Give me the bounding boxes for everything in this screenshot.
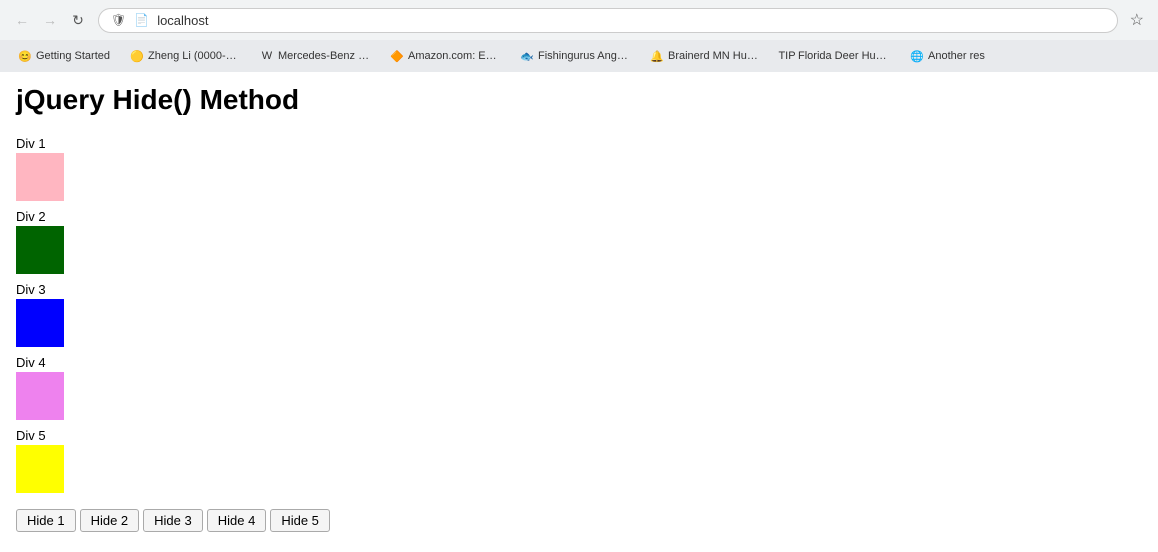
browser-tab[interactable]: 😊 Getting Started (8, 40, 120, 72)
browser-tab[interactable]: W Mercedes-Benz G-Clas... (250, 40, 380, 72)
page-content: jQuery Hide() Method Div 1Div 2Div 3Div … (0, 72, 1158, 544)
hide-button-5[interactable]: Hide 5 (270, 509, 330, 532)
browser-toolbar: ← → ↻ 🛡 📄 localhost ☆ (0, 0, 1158, 40)
tab-label: Zheng Li (0000-0002-3... (148, 50, 240, 62)
div-item: Div 2 (16, 209, 1142, 274)
tab-favicon: 🟡 (130, 49, 144, 63)
shield-icon: 🛡 (111, 13, 126, 27)
div-label: Div 2 (16, 209, 1142, 224)
tab-favicon: W (260, 49, 274, 63)
tab-favicon: 🐟 (520, 49, 534, 63)
reload-button[interactable]: ↻ (66, 8, 90, 32)
color-box-5 (16, 445, 64, 493)
tabs-bar: 😊 Getting Started 🟡 Zheng Li (0000-0002-3..… (0, 40, 1158, 72)
browser-tab[interactable]: 🐟 Fishingurus Angler's l... (510, 40, 640, 72)
div-item: Div 3 (16, 282, 1142, 347)
tab-label: Another res (928, 50, 985, 62)
tab-favicon: 🌐 (910, 49, 924, 63)
color-box-3 (16, 299, 64, 347)
tab-label: Mercedes-Benz G-Clas... (278, 50, 370, 62)
browser-window: ← → ↻ 🛡 📄 localhost ☆ 😊 Getting Started 🟡 Z… (0, 0, 1158, 544)
forward-button[interactable]: → (38, 8, 62, 32)
tab-favicon: 🔔 (650, 49, 664, 63)
address-text: localhost (157, 13, 1104, 28)
div-label: Div 5 (16, 428, 1142, 443)
back-button[interactable]: ← (10, 8, 34, 32)
hide-button-3[interactable]: Hide 3 (143, 509, 203, 532)
tab-label: Florida Deer Hunting S... (798, 50, 890, 62)
div-label: Div 4 (16, 355, 1142, 370)
tab-favicon: 🔶 (390, 49, 404, 63)
hide-button-1[interactable]: Hide 1 (16, 509, 76, 532)
address-bar[interactable]: 🛡 📄 localhost (98, 8, 1118, 33)
div-label: Div 3 (16, 282, 1142, 297)
div-label: Div 1 (16, 136, 1142, 151)
page-title: jQuery Hide() Method (16, 84, 1142, 116)
browser-tab[interactable]: 🔔 Brainerd MN Hunting ... (640, 40, 770, 72)
page-icon: 📄 (134, 13, 149, 27)
hide-button-4[interactable]: Hide 4 (207, 509, 267, 532)
browser-tab[interactable]: 🔶 Amazon.com: ExpertP... (380, 40, 510, 72)
divs-container: Div 1 Div 2 Div 3 Div 4 Div 5 (16, 136, 1142, 493)
browser-tab[interactable]: 🟡 Zheng Li (0000-0002-3... (120, 40, 250, 72)
bookmark-button[interactable]: ☆ (1126, 6, 1148, 34)
tab-label: Getting Started (36, 50, 110, 62)
color-box-2 (16, 226, 64, 274)
tab-label: Amazon.com: ExpertP... (408, 50, 500, 62)
div-item: Div 1 (16, 136, 1142, 201)
tab-label: Fishingurus Angler's l... (538, 50, 630, 62)
buttons-row: Hide 1Hide 2Hide 3Hide 4Hide 5 (16, 509, 1142, 532)
browser-tab[interactable]: 🌐 Another res (900, 40, 995, 72)
tab-favicon: TIP (780, 49, 794, 63)
browser-tab[interactable]: TIP Florida Deer Hunting S... (770, 40, 900, 72)
tab-label: Brainerd MN Hunting ... (668, 50, 760, 62)
hide-button-2[interactable]: Hide 2 (80, 509, 140, 532)
color-box-1 (16, 153, 64, 201)
tab-favicon: 😊 (18, 49, 32, 63)
nav-buttons: ← → ↻ (10, 8, 90, 32)
div-item: Div 5 (16, 428, 1142, 493)
color-box-4 (16, 372, 64, 420)
div-item: Div 4 (16, 355, 1142, 420)
